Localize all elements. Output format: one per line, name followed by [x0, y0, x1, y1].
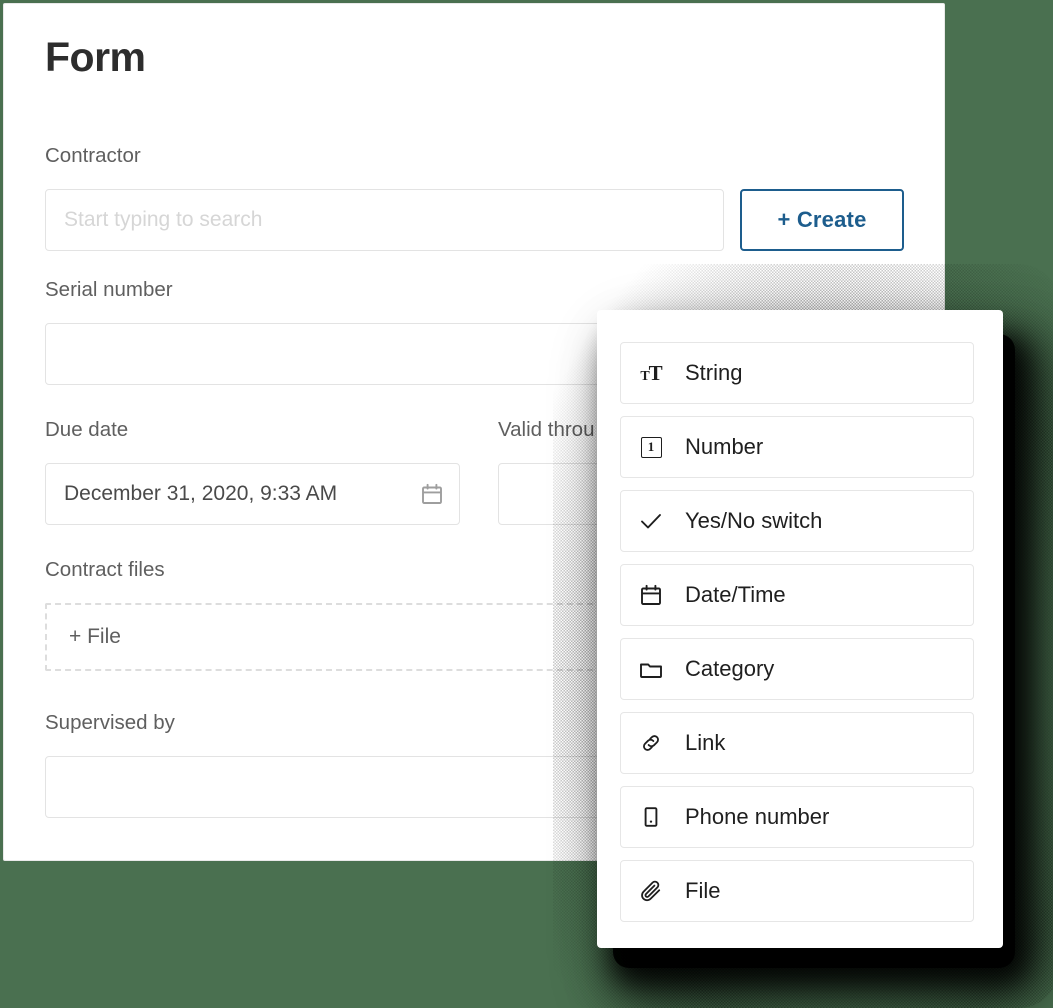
menu-item-category[interactable]: Category — [620, 638, 974, 700]
menu-item-label: Link — [685, 730, 726, 755]
text-format-icon: TT — [640, 360, 662, 385]
due-date-field — [45, 463, 460, 525]
menu-item-yes-no-switch[interactable]: Yes/No switch — [620, 490, 974, 552]
menu-item-label: Category — [685, 656, 775, 681]
add-file-label: + File — [69, 625, 121, 648]
menu-item-label: String — [685, 360, 743, 385]
check-icon — [638, 508, 664, 534]
form-content: Form Contractor + Create Serial number D… — [45, 4, 944, 818]
menu-item-string[interactable]: TT String — [620, 342, 974, 404]
link-icon — [638, 730, 664, 756]
contractor-label: Contractor — [45, 144, 141, 167]
due-date-label: Due date — [45, 418, 129, 441]
serial-number-label: Serial number — [45, 278, 173, 301]
supervised-by-label: Supervised by — [45, 711, 175, 734]
menu-item-label: Phone number — [685, 804, 830, 829]
contractor-input[interactable] — [45, 189, 724, 251]
menu-item-file[interactable]: File — [620, 860, 974, 922]
menu-item-label: File — [685, 878, 721, 903]
due-date-input[interactable] — [45, 463, 460, 525]
menu-item-date-time[interactable]: Date/Time — [620, 564, 974, 626]
menu-item-label: Date/Time — [685, 582, 786, 607]
paperclip-icon — [638, 878, 664, 904]
phone-icon — [638, 804, 664, 830]
create-button[interactable]: + Create — [740, 189, 904, 251]
menu-item-number[interactable]: 1 Number — [620, 416, 974, 478]
field-type-list: TT String 1 Number Yes/No switch Date/Ti… — [620, 342, 974, 934]
menu-item-link[interactable]: Link — [620, 712, 974, 774]
field-type-popup: TT String 1 Number Yes/No switch Date/Ti… — [597, 310, 1003, 948]
page-title: Form — [45, 34, 146, 80]
menu-item-label: Yes/No switch — [685, 508, 823, 533]
calendar-icon — [638, 582, 664, 608]
contract-files-label: Contract files — [45, 558, 165, 581]
valid-through-label: Valid throu — [498, 418, 595, 441]
menu-item-phone-number[interactable]: Phone number — [620, 786, 974, 848]
menu-item-label: Number — [685, 434, 764, 459]
folder-icon — [638, 656, 664, 682]
number-box-icon: 1 — [638, 434, 664, 460]
